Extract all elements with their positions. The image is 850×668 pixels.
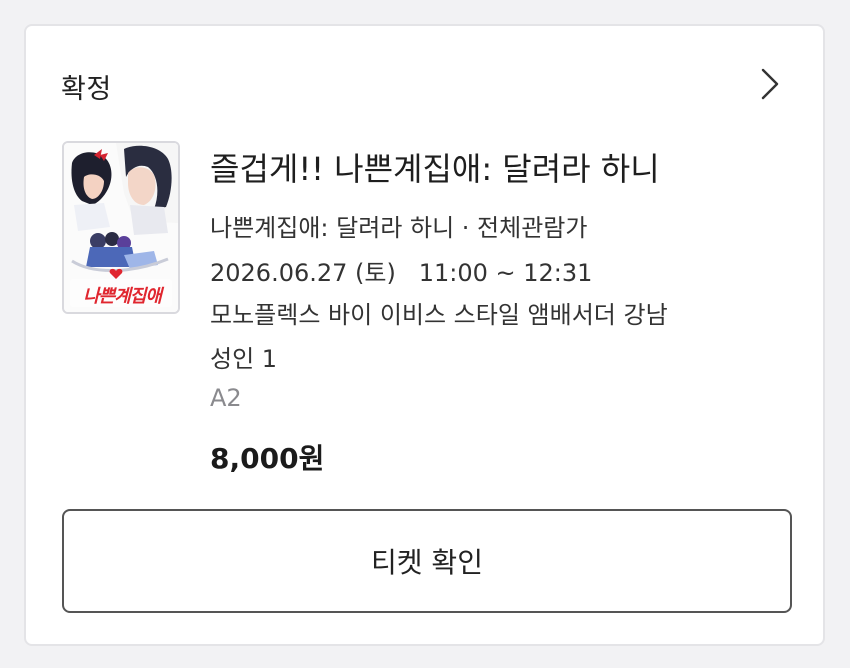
seat-number: A2 [210, 384, 242, 412]
movie-subtitle-rating: 나쁜계집애: 달려라 하니 · 전체관람가 [210, 214, 588, 242]
movie-title: 즐겁게!! 나쁜계집애: 달려라 하니 [210, 150, 660, 188]
ticket-check-button[interactable]: 티켓 확인 [62, 509, 792, 613]
price: 8,000원 [210, 442, 325, 475]
booking-status: 확정 [61, 74, 112, 105]
showtime: 2026.06.27 (토) 11:00 ~ 12:31 [210, 259, 593, 287]
theater-name: 모노플렉스 바이 이비스 스타일 앰배서더 강남 [210, 301, 668, 329]
poster-logo: 나쁜계집애 [83, 286, 162, 307]
booking-card: 확정 나쁜계집애 즐겁게!! 나쁜계집애: 달려라 하니 나쁜계집애: 달려라 … [24, 24, 825, 646]
audience-count: 성인 1 [210, 345, 278, 373]
chevron-right-icon[interactable] [754, 66, 784, 102]
movie-poster: 나쁜계집애 [62, 141, 180, 314]
